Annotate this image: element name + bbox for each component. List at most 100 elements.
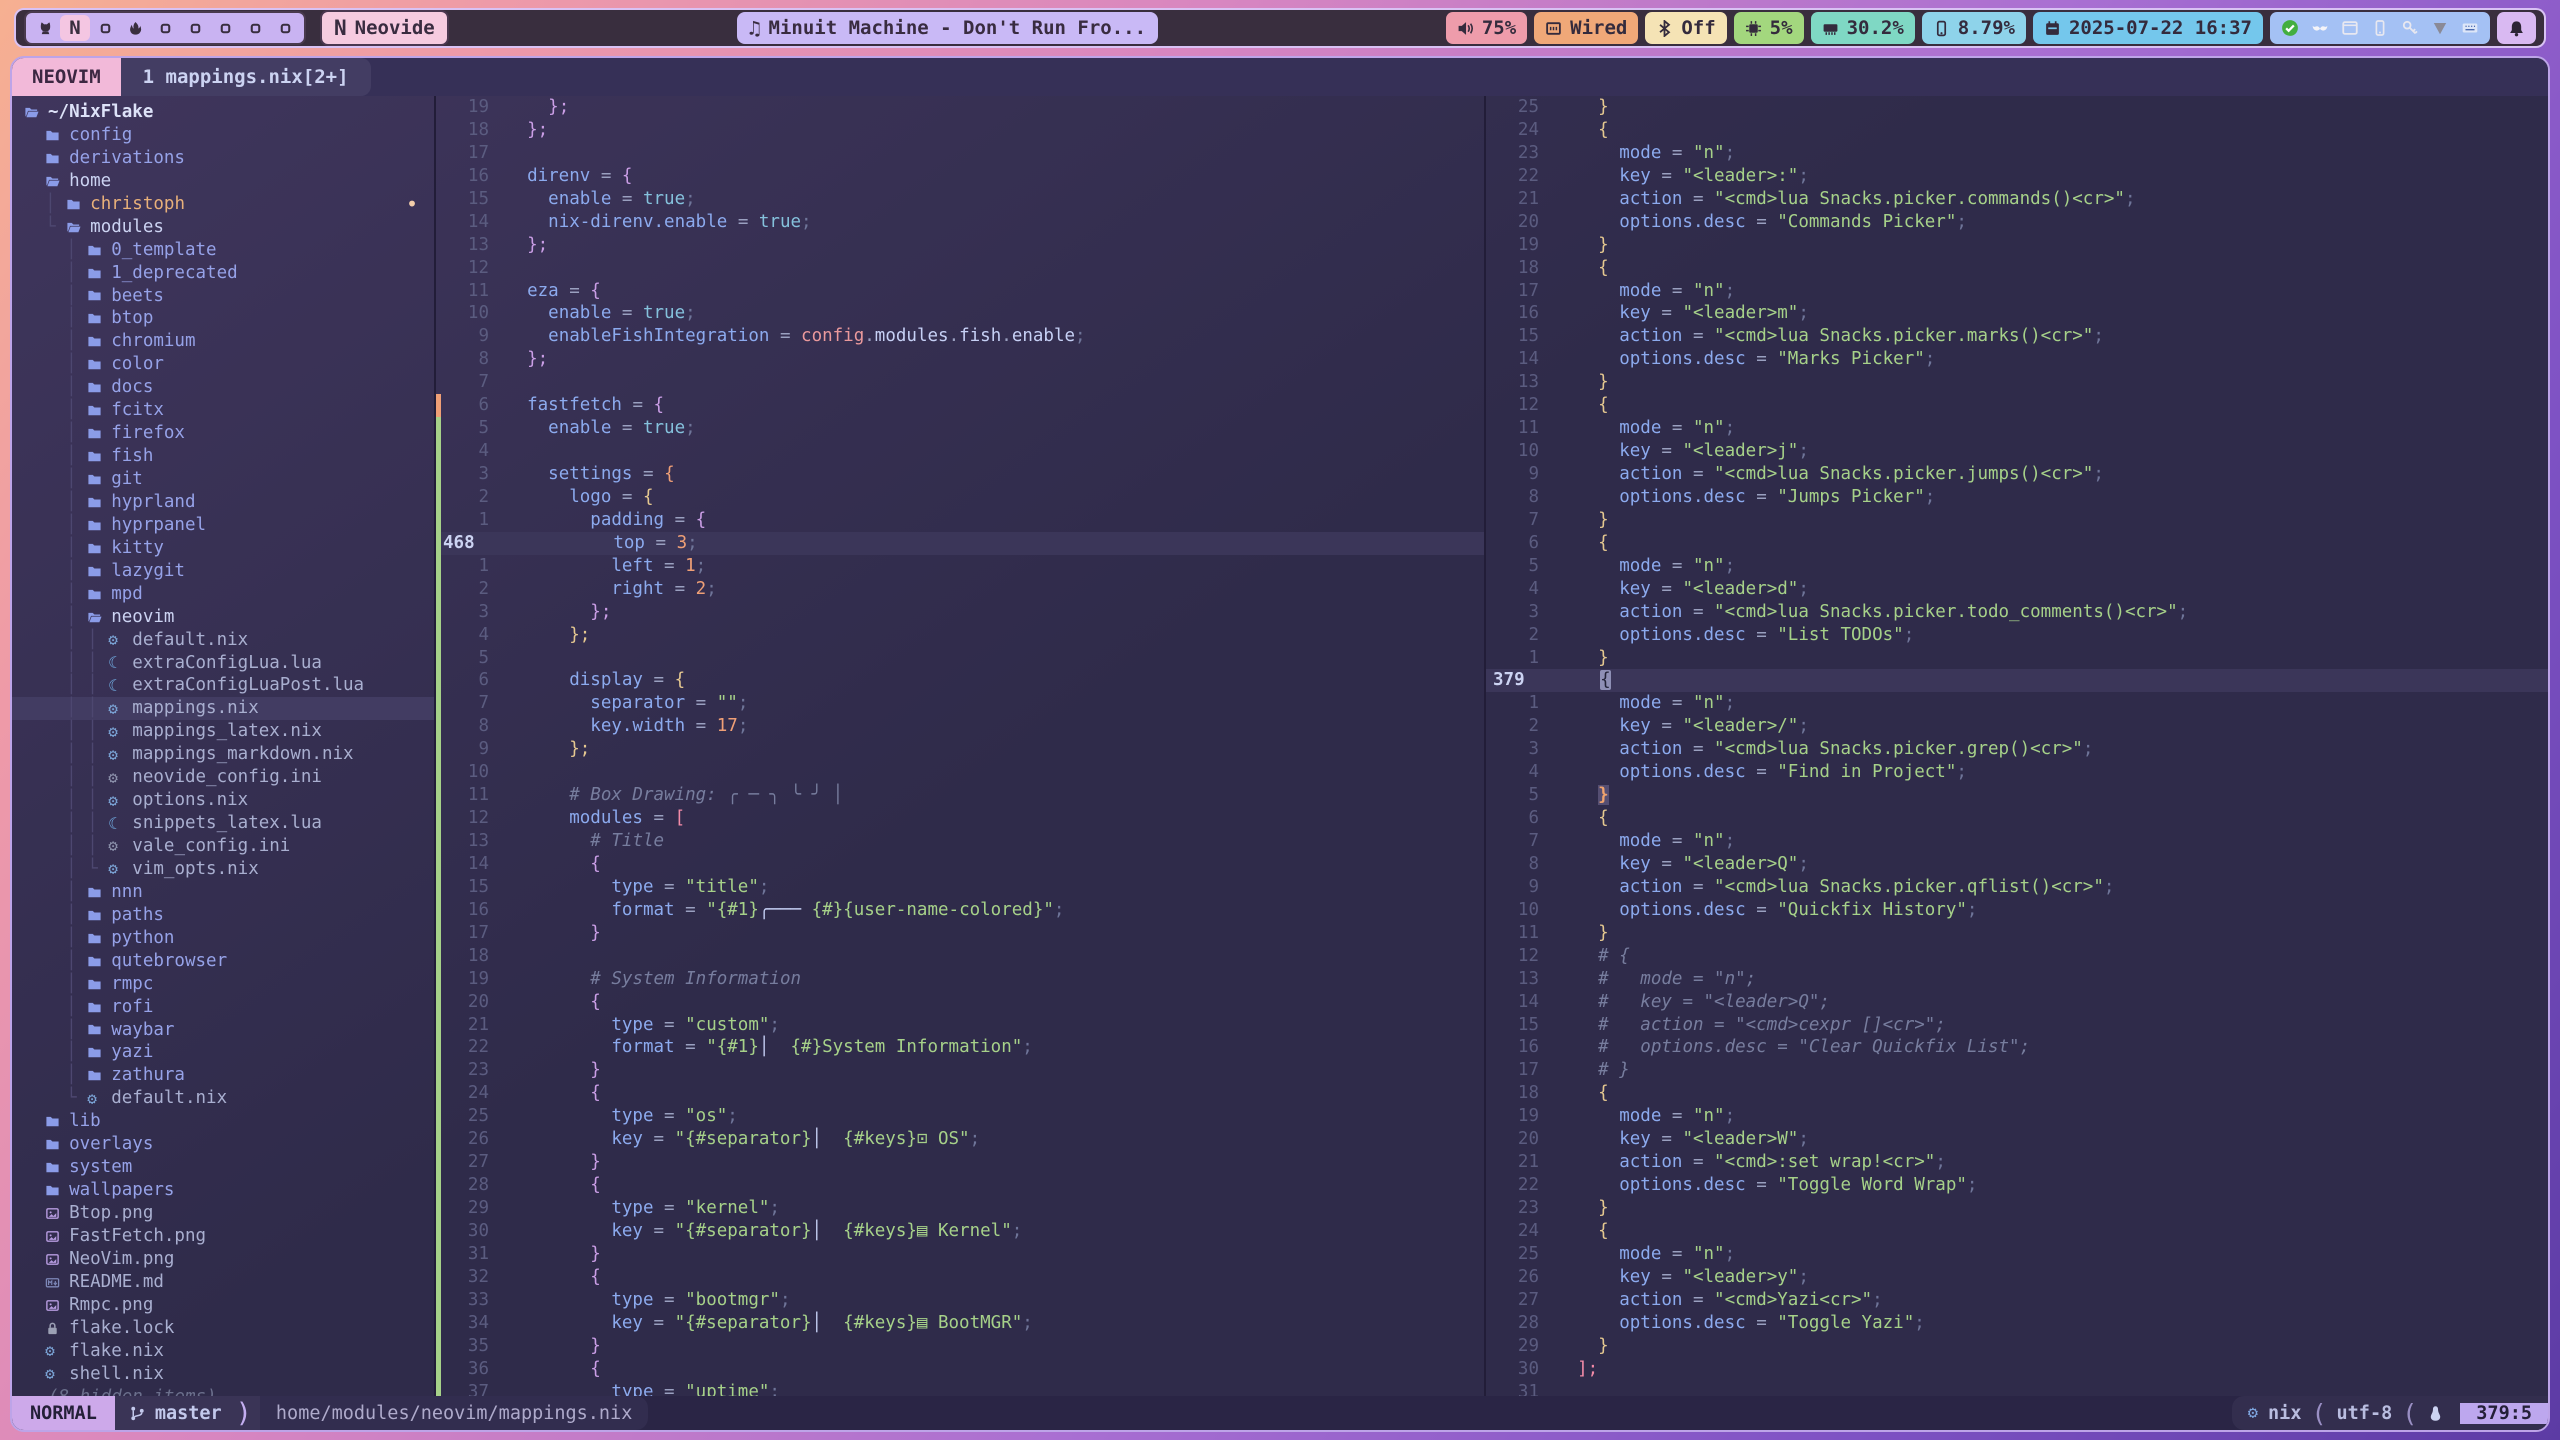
tree-item--nixflake[interactable]: ~/NixFlake <box>12 101 434 124</box>
tree-item-system[interactable]: system <box>12 1156 434 1179</box>
tray-window-icon[interactable] <box>2341 19 2359 37</box>
tree-item-1_deprecated[interactable]: │ 1_deprecated <box>12 262 434 285</box>
right-code-line-21[interactable]: 21 action = "<cmd>lua Snacks.picker.comm… <box>1486 188 2548 211</box>
tree-item-christoph[interactable]: │ christoph• <box>12 193 434 216</box>
left-code-line-10[interactable]: 10 enable = true; <box>436 302 1484 325</box>
workspace-1-cat-icon[interactable] <box>30 15 60 41</box>
right-code-line-17[interactable]: 17 # } <box>1486 1059 2548 1082</box>
left-code-line-25[interactable]: 25 type = "os"; <box>436 1105 1484 1128</box>
right-code-line-13[interactable]: 13 } <box>1486 371 2548 394</box>
tree-item-neovim.png[interactable]: NeoVim.png <box>12 1248 434 1271</box>
tree-item-home[interactable]: home <box>12 170 434 193</box>
tree-item-flake.nix[interactable]: ⚙flake.nix <box>12 1340 434 1363</box>
tree-item-derivations[interactable]: derivations <box>12 147 434 170</box>
tree-item-paths[interactable]: │ paths <box>12 904 434 927</box>
right-code-line-4[interactable]: 4 key = "<leader>d"; <box>1486 578 2548 601</box>
right-code-line-9[interactable]: 9 action = "<cmd>lua Snacks.picker.qflis… <box>1486 876 2548 899</box>
left-code-line-2[interactable]: 2 right = 2; <box>436 578 1484 601</box>
left-code-line-10[interactable]: 10 <box>436 761 1484 784</box>
right-code-line-25[interactable]: 25 mode = "n"; <box>1486 1243 2548 1266</box>
right-code-line-14[interactable]: 14 # key = "<leader>Q"; <box>1486 991 2548 1014</box>
tray-check-icon[interactable] <box>2281 19 2299 37</box>
left-code-line-4[interactable]: 4 }; <box>436 624 1484 647</box>
tab-mappings-nix[interactable]: 1 mappings.nix[2+] <box>121 58 371 96</box>
left-code-line-4[interactable]: 4 <box>436 440 1484 463</box>
tree-item-extraconfigluapost.lua[interactable]: │ │ ☾extraConfigLuaPost.lua <box>12 674 434 697</box>
right-code-line-30[interactable]: 30 ]; <box>1486 1358 2548 1381</box>
tree-item-rmpc[interactable]: │ rmpc <box>12 973 434 996</box>
tree-item-mappings_latex.nix[interactable]: │ │ ⚙mappings_latex.nix <box>12 720 434 743</box>
workspace-switcher[interactable]: N <box>24 11 306 45</box>
left-code-line-14[interactable]: 14 nix-direnv.enable = true; <box>436 211 1484 234</box>
right-code-line-17[interactable]: 17 mode = "n"; <box>1486 280 2548 303</box>
workspace-4-flame-icon[interactable] <box>120 15 150 41</box>
tree-item-git[interactable]: │ git <box>12 468 434 491</box>
tree-item-mpd[interactable]: │ mpd <box>12 583 434 606</box>
tree-item-rofi[interactable]: │ rofi <box>12 996 434 1019</box>
right-code-line-7[interactable]: 7 } <box>1486 509 2548 532</box>
tree-item-flake.lock[interactable]: flake.lock <box>12 1317 434 1340</box>
right-code-line-8[interactable]: 8 options.desc = "Jumps Picker"; <box>1486 486 2548 509</box>
left-code-line-20[interactable]: 20 { <box>436 991 1484 1014</box>
left-code-line-3[interactable]: 3 settings = { <box>436 463 1484 486</box>
right-code-line-6[interactable]: 6 { <box>1486 532 2548 555</box>
left-code-line-1[interactable]: 1 padding = { <box>436 509 1484 532</box>
tree-item-snippets_latex.lua[interactable]: │ │ ☾snippets_latex.lua <box>12 812 434 835</box>
left-code-line-468[interactable]: 468 top = 3; <box>436 532 1484 555</box>
tree-item-vale_config.ini[interactable]: │ │ ⚙vale_config.ini <box>12 835 434 858</box>
right-code-line-12[interactable]: 12 { <box>1486 394 2548 417</box>
workspace-3-square-icon[interactable] <box>90 15 120 41</box>
tree-item-btop[interactable]: │ btop <box>12 307 434 330</box>
memory-module[interactable]: 30.2% <box>1811 12 1915 44</box>
tree-item-lazygit[interactable]: │ lazygit <box>12 560 434 583</box>
tree-item-wallpapers[interactable]: wallpapers <box>12 1179 434 1202</box>
right-code-line-1[interactable]: 1 } <box>1486 647 2548 670</box>
right-code-line-1[interactable]: 1 mode = "n"; <box>1486 692 2548 715</box>
right-code-line-11[interactable]: 11 mode = "n"; <box>1486 417 2548 440</box>
right-code-line-7[interactable]: 7 mode = "n"; <box>1486 830 2548 853</box>
tree-item-modules[interactable]: └ modules <box>12 216 434 239</box>
right-code-line-379[interactable]: 379 { <box>1486 669 2548 692</box>
left-code-line-15[interactable]: 15 type = "title"; <box>436 876 1484 899</box>
left-code-line-13[interactable]: 13 }; <box>436 234 1484 257</box>
tree-item-kitty[interactable]: │ kitty <box>12 537 434 560</box>
left-code-line-6[interactable]: 6 display = { <box>436 669 1484 692</box>
workspace-8-square-icon[interactable] <box>240 15 270 41</box>
right-code-line-28[interactable]: 28 options.desc = "Toggle Yazi"; <box>1486 1312 2548 1335</box>
editor-pane-left[interactable]: 19 };18 };1716 direnv = {15 enable = tru… <box>436 96 1484 1396</box>
left-code-line-11[interactable]: 11 eza = { <box>436 280 1484 303</box>
tree-item-chromium[interactable]: │ chromium <box>12 330 434 353</box>
left-code-line-7[interactable]: 7 <box>436 371 1484 394</box>
tree-item-overlays[interactable]: overlays <box>12 1133 434 1156</box>
tree-item-neovide_config.ini[interactable]: │ │ ⚙neovide_config.ini <box>12 766 434 789</box>
right-code-line-15[interactable]: 15 action = "<cmd>lua Snacks.picker.mark… <box>1486 325 2548 348</box>
left-code-line-16[interactable]: 16 format = "{#1}╭─── {#}{user-name-colo… <box>436 899 1484 922</box>
right-code-line-24[interactable]: 24 { <box>1486 119 2548 142</box>
left-code-line-17[interactable]: 17 <box>436 142 1484 165</box>
left-code-line-35[interactable]: 35 } <box>436 1335 1484 1358</box>
git-branch-segment[interactable]: master <box>115 1396 236 1430</box>
right-code-line-16[interactable]: 16 key = "<leader>m"; <box>1486 302 2548 325</box>
tree-item-options.nix[interactable]: │ │ ⚙options.nix <box>12 789 434 812</box>
bluetooth-module[interactable]: Off <box>1645 12 1726 44</box>
right-code-line-29[interactable]: 29 } <box>1486 1335 2548 1358</box>
volume-module[interactable]: 75% <box>1446 12 1527 44</box>
tree-item-neovim[interactable]: │ neovim <box>12 606 434 629</box>
left-code-line-19[interactable]: 19 }; <box>436 96 1484 119</box>
tree-item-waybar[interactable]: │ waybar <box>12 1019 434 1042</box>
music-player-module[interactable]: ♫ Minuit Machine - Don't Run Fro... <box>737 12 1159 44</box>
left-code-line-5[interactable]: 5 <box>436 647 1484 670</box>
tray-phone2-icon[interactable] <box>2371 19 2389 37</box>
left-code-line-37[interactable]: 37 type = "uptime"; <box>436 1381 1484 1397</box>
left-code-line-18[interactable]: 18 }; <box>436 119 1484 142</box>
left-code-line-17[interactable]: 17 } <box>436 922 1484 945</box>
left-code-line-32[interactable]: 32 { <box>436 1266 1484 1289</box>
tree-item-config[interactable]: config <box>12 124 434 147</box>
tree-item-fish[interactable]: │ fish <box>12 445 434 468</box>
tree-item-btop.png[interactable]: Btop.png <box>12 1202 434 1225</box>
left-code-line-29[interactable]: 29 type = "kernel"; <box>436 1197 1484 1220</box>
tree-item-hyprland[interactable]: │ hyprland <box>12 491 434 514</box>
left-code-line-21[interactable]: 21 type = "custom"; <box>436 1014 1484 1037</box>
left-code-line-19[interactable]: 19 # System Information <box>436 968 1484 991</box>
left-code-line-18[interactable]: 18 <box>436 945 1484 968</box>
